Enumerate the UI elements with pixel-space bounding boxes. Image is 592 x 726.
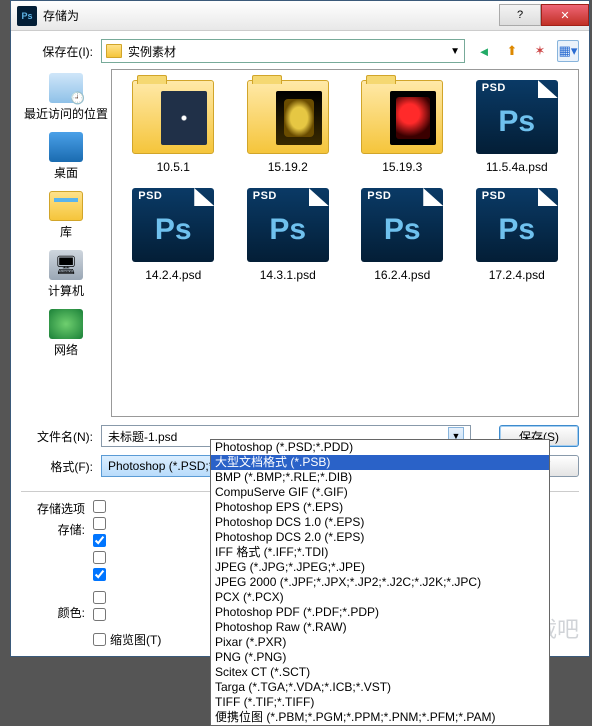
option-checkbox[interactable] (93, 568, 161, 581)
file-item[interactable]: PSDPs17.2.4.psd (464, 188, 571, 282)
format-option[interactable]: CompuServe GIF (*.GIF) (211, 485, 549, 500)
option-checkbox[interactable] (93, 500, 161, 513)
format-option[interactable]: Targa (*.TGA;*.VDA;*.ICB;*.VST) (211, 680, 549, 695)
folder-icon (106, 44, 122, 58)
option-checkbox[interactable] (93, 591, 161, 604)
location-text: 实例素材 (128, 43, 176, 60)
file-list[interactable]: 10.5.115.19.215.19.3PSDPs11.5.4a.psdPSDP… (111, 69, 579, 417)
file-item[interactable]: PSDPs16.2.4.psd (349, 188, 456, 282)
file-item[interactable]: 10.5.1 (120, 80, 227, 174)
close-button[interactable]: ✕ (541, 4, 589, 26)
file-item[interactable]: 15.19.2 (235, 80, 342, 174)
file-item[interactable]: PSDPs11.5.4a.psd (464, 80, 571, 174)
save-sublabel: 存储: (21, 521, 85, 538)
folder-icon (247, 80, 329, 154)
format-dropdown-list[interactable]: Photoshop (*.PSD;*.PDD)大型文档格式 (*.PSB)BMP… (210, 439, 550, 726)
thumbnail-checkbox[interactable]: 缩览图(T) (93, 631, 161, 648)
format-option[interactable]: PCX (*.PCX) (211, 590, 549, 605)
location-combo[interactable]: 实例素材 ▼ (101, 39, 465, 63)
nav-newfolder-button[interactable]: ✶ (529, 40, 551, 62)
format-option[interactable]: Scitex CT (*.SCT) (211, 665, 549, 680)
nav-up-button[interactable]: ⬆ (501, 40, 523, 62)
chevron-down-icon: ▼ (450, 46, 460, 57)
format-option[interactable]: JPEG (*.JPG;*.JPEG;*.JPE) (211, 560, 549, 575)
format-option[interactable]: Photoshop EPS (*.EPS) (211, 500, 549, 515)
format-option[interactable]: 大型文档格式 (*.PSB) (211, 455, 549, 470)
psd-file-icon: PSDPs (361, 188, 443, 262)
color-sublabel: 颜色: (21, 604, 85, 621)
psd-file-icon: PSDPs (132, 188, 214, 262)
option-checkbox[interactable] (93, 534, 161, 547)
format-option[interactable]: Photoshop DCS 2.0 (*.EPS) (211, 530, 549, 545)
filename-label: 文件名(N): (21, 428, 93, 445)
places-bar: 最近访问的位置桌面库计算机网络 (21, 69, 111, 417)
folder-icon (361, 80, 443, 154)
place-desktop[interactable]: 桌面 (21, 128, 111, 185)
save-in-label: 保存在(I): (21, 43, 93, 60)
format-option[interactable]: TIFF (*.TIF;*.TIFF) (211, 695, 549, 710)
format-option[interactable]: PNG (*.PNG) (211, 650, 549, 665)
psd-file-icon: PSDPs (476, 188, 558, 262)
recent-icon (49, 73, 83, 103)
option-checkbox[interactable] (93, 608, 161, 621)
format-option[interactable]: Photoshop DCS 1.0 (*.EPS) (211, 515, 549, 530)
format-option[interactable]: Photoshop (*.PSD;*.PDD) (211, 440, 549, 455)
place-computer[interactable]: 计算机 (21, 246, 111, 303)
option-checkbox[interactable] (93, 551, 161, 564)
psd-file-icon: PSDPs (247, 188, 329, 262)
titlebar[interactable]: Ps 存储为 ? ✕ (11, 1, 589, 31)
format-option[interactable]: BMP (*.BMP;*.RLE;*.DIB) (211, 470, 549, 485)
nav-view-button[interactable]: ▦▾ (557, 40, 579, 62)
folder-icon (132, 80, 214, 154)
format-option[interactable]: IFF 格式 (*.IFF;*.TDI) (211, 545, 549, 560)
desktop-icon (49, 132, 83, 162)
format-label: 格式(F): (21, 458, 93, 475)
format-option[interactable]: Photoshop PDF (*.PDF;*.PDP) (211, 605, 549, 620)
place-recent[interactable]: 最近访问的位置 (21, 69, 111, 126)
file-item[interactable]: PSDPs14.3.1.psd (235, 188, 342, 282)
format-option[interactable]: JPEG 2000 (*.JPF;*.JPX;*.JP2;*.J2C;*.J2K… (211, 575, 549, 590)
net-icon (49, 309, 83, 339)
file-item[interactable]: PSDPs14.2.4.psd (120, 188, 227, 282)
option-checkbox[interactable] (93, 517, 161, 530)
save-as-dialog: Ps 存储为 ? ✕ 保存在(I): 实例素材 ▼ ◄ ⬆ ✶ ▦▾ 最近访问的… (10, 0, 590, 657)
format-option[interactable]: Photoshop Raw (*.RAW) (211, 620, 549, 635)
store-options-label: 存储选项 (21, 500, 85, 517)
help-button[interactable]: ? (499, 4, 541, 26)
window-title: 存储为 (43, 7, 499, 24)
computer-icon (49, 250, 83, 280)
format-option[interactable]: Pixar (*.PXR) (211, 635, 549, 650)
file-item[interactable]: 15.19.3 (349, 80, 456, 174)
app-icon: Ps (17, 6, 37, 26)
place-net[interactable]: 网络 (21, 305, 111, 362)
place-lib[interactable]: 库 (21, 187, 111, 244)
format-option[interactable]: 便携位图 (*.PBM;*.PGM;*.PPM;*.PNM;*.PFM;*.PA… (211, 710, 549, 725)
lib-icon (49, 191, 83, 221)
psd-file-icon: PSDPs (476, 80, 558, 154)
nav-back-button[interactable]: ◄ (473, 40, 495, 62)
